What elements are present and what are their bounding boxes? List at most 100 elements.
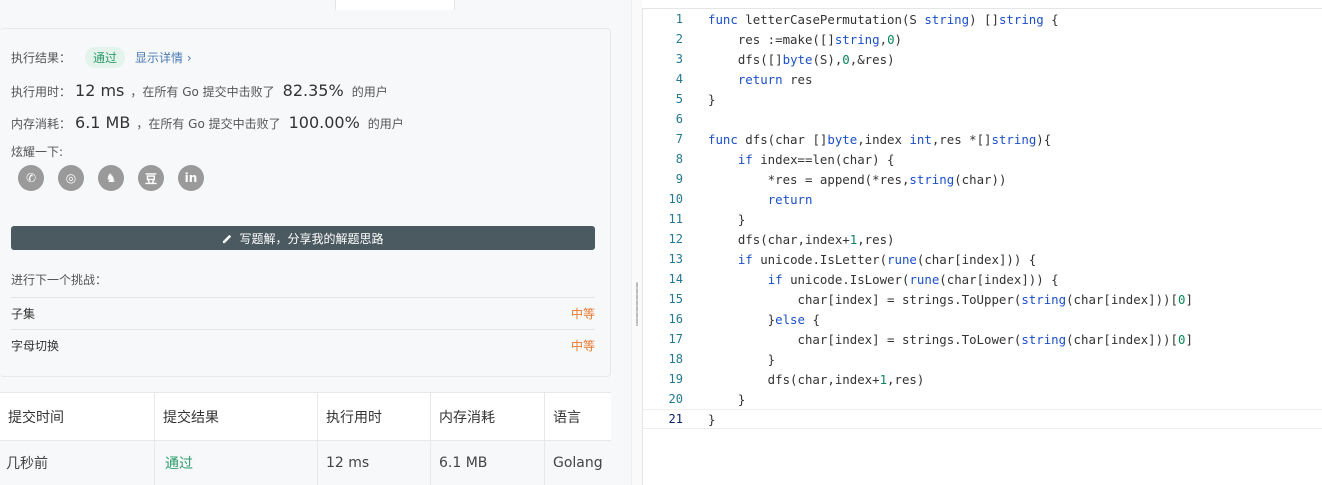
line-number: 20	[668, 392, 683, 406]
header-memory: 内存消耗	[431, 393, 545, 440]
code-text[interactable]: if unicode.IsLetter(rune(char[index])) {	[708, 252, 1036, 267]
line-number: 17	[668, 332, 683, 346]
code-line[interactable]: 7 func dfs(char []byte,index int,res *[]s…	[643, 129, 1322, 149]
code-text[interactable]: dfs([]byte(S),0,&res)	[708, 52, 895, 67]
drag-handle-icon[interactable]	[636, 282, 638, 326]
line-number: 4	[675, 72, 683, 86]
submissions-table: 提交时间 提交结果 执行用时 内存消耗 语言 几秒前 通过 12 ms 6.1 …	[0, 392, 611, 485]
write-solution-button[interactable]: 写题解，分享我的解题思路	[11, 226, 595, 250]
memory-tail-text: 的用户	[367, 117, 404, 131]
challenge-name[interactable]: 子集	[11, 305, 35, 322]
code-line[interactable]: 6	[643, 109, 1322, 129]
memory-mid-text: ，在所有 Go 提交中击败了	[136, 117, 281, 131]
panel-tabs	[0, 0, 632, 10]
memory-row: 内存消耗： 6.1 MB ，在所有 Go 提交中击败了 100.00% 的用户	[11, 113, 404, 132]
code-line[interactable]: 1 func letterCasePermutation(S string) []…	[643, 9, 1322, 29]
code-line[interactable]: 21}	[643, 409, 1322, 429]
line-number: 6	[675, 112, 683, 126]
code-text[interactable]: }	[708, 392, 745, 407]
show-details-link[interactable]: 显示详情 ›	[135, 49, 192, 66]
header-submit-time: 提交时间	[0, 393, 155, 440]
line-number: 8	[675, 152, 683, 166]
tab-submission-active[interactable]	[335, 0, 455, 10]
code-text[interactable]: func letterCasePermutation(S string) []s…	[708, 12, 1059, 27]
cell-submit-time: 几秒前	[0, 441, 155, 485]
memory-value: 6.1 MB	[75, 113, 131, 132]
douban-icon[interactable]: 豆	[138, 165, 164, 191]
runtime-label: 执行用时：	[11, 85, 72, 99]
challenge-item[interactable]: 字母切换 中等	[11, 329, 595, 361]
wechat-icon[interactable]: ✆	[18, 165, 44, 191]
line-number: 2	[675, 32, 683, 46]
write-solution-label: 写题解，分享我的解题思路	[239, 231, 384, 246]
code-line[interactable]: 8 if index==len(char) {	[643, 149, 1322, 169]
line-number: 10	[668, 192, 683, 206]
cell-runtime: 12 ms	[318, 441, 431, 485]
code-text[interactable]: func dfs(char []byte,index int,res *[]st…	[708, 132, 1051, 147]
challenge-name[interactable]: 字母切换	[11, 337, 59, 354]
code-text[interactable]: return res	[708, 72, 813, 87]
code-line[interactable]: 12 dfs(char,index+1,res)	[643, 229, 1322, 249]
result-label: 执行结果：	[11, 51, 72, 65]
table-header: 提交时间 提交结果 执行用时 内存消耗 语言	[0, 393, 611, 441]
code-line[interactable]: 17 char[index] = strings.ToLower(string(…	[643, 329, 1322, 349]
code-line[interactable]: 10 return	[643, 189, 1322, 209]
line-number: 21	[668, 412, 683, 426]
status-badge: 通过	[85, 47, 126, 68]
result-row: 执行结果： 通过 显示详情 ›	[11, 47, 192, 68]
memory-label: 内存消耗：	[11, 117, 72, 131]
code-text[interactable]: }	[708, 352, 775, 367]
result-panel: 执行结果： 通过 显示详情 › 执行用时： 12 ms ，在所有 Go 提交中击…	[0, 0, 632, 485]
runtime-tail-text: 的用户	[351, 85, 388, 99]
line-number: 19	[668, 372, 683, 386]
runtime-row: 执行用时： 12 ms ，在所有 Go 提交中击败了 82.35% 的用户	[11, 81, 388, 100]
code-line[interactable]: 13 if unicode.IsLetter(rune(char[index])…	[643, 249, 1322, 269]
line-number: 11	[668, 212, 683, 226]
header-submit-result: 提交结果	[155, 393, 318, 440]
header-runtime: 执行用时	[318, 393, 431, 440]
qq-icon[interactable]: ♞	[98, 165, 124, 191]
code-line[interactable]: 2 res :=make([]string,0)	[643, 29, 1322, 49]
app-root: 执行结果： 通过 显示详情 › 执行用时： 12 ms ，在所有 Go 提交中击…	[0, 0, 1322, 485]
code-text[interactable]: dfs(char,index+1,res)	[708, 232, 895, 247]
line-number: 7	[675, 132, 683, 146]
code-line[interactable]: 15 char[index] = strings.ToUpper(string(…	[643, 289, 1322, 309]
code-line[interactable]: 18 }	[643, 349, 1322, 369]
code-line[interactable]: 4 return res	[643, 69, 1322, 89]
linkedin-icon[interactable]: in	[178, 165, 204, 191]
code-text[interactable]: dfs(char,index+1,res)	[708, 372, 925, 387]
line-number: 18	[668, 352, 683, 366]
code-editor[interactable]: 1 func letterCasePermutation(S string) []…	[642, 8, 1322, 485]
runtime-mid-text: ，在所有 Go 提交中击败了	[130, 85, 275, 99]
code-text[interactable]: if index==len(char) {	[708, 152, 895, 167]
code-text[interactable]: *res = append(*res,string(char))	[708, 172, 1007, 187]
challenge-difficulty: 中等	[570, 339, 595, 353]
code-text[interactable]: char[index] = strings.ToUpper(string(cha…	[708, 292, 1193, 307]
code-text[interactable]: if unicode.IsLower(rune(char[index])) {	[708, 272, 1059, 287]
challenge-item[interactable]: 子集 中等	[11, 297, 595, 329]
code-text[interactable]: res :=make([]string,0)	[708, 32, 902, 47]
line-number: 13	[668, 252, 683, 266]
header-language: 语言	[553, 409, 581, 426]
weibo-icon[interactable]: ◎	[58, 165, 84, 191]
code-line[interactable]: 3 dfs([]byte(S),0,&res)	[643, 49, 1322, 69]
code-text[interactable]: return	[708, 192, 813, 207]
panel-splitter[interactable]	[632, 0, 642, 485]
code-text[interactable]: }	[708, 412, 715, 427]
code-line[interactable]: 14 if unicode.IsLower(rune(char[index]))…	[643, 269, 1322, 289]
table-row[interactable]: 几秒前 通过 12 ms 6.1 MB Golang	[0, 441, 611, 485]
code-line[interactable]: 19 dfs(char,index+1,res)	[643, 369, 1322, 389]
cell-submit-result[interactable]: 通过	[155, 441, 318, 485]
line-number: 15	[668, 292, 683, 306]
code-line[interactable]: 20 }	[643, 389, 1322, 409]
code-line[interactable]: 16 }else {	[643, 309, 1322, 329]
code-line[interactable]: 5}	[643, 89, 1322, 109]
code-text[interactable]: char[index] = strings.ToLower(string(cha…	[708, 332, 1193, 347]
code-text[interactable]: }else {	[708, 312, 820, 327]
line-number: 9	[675, 172, 683, 186]
code-text[interactable]: }	[708, 212, 745, 227]
line-number: 5	[675, 92, 683, 106]
code-line[interactable]: 11 }	[643, 209, 1322, 229]
code-line[interactable]: 9 *res = append(*res,string(char))	[643, 169, 1322, 189]
code-text[interactable]: }	[708, 92, 715, 107]
